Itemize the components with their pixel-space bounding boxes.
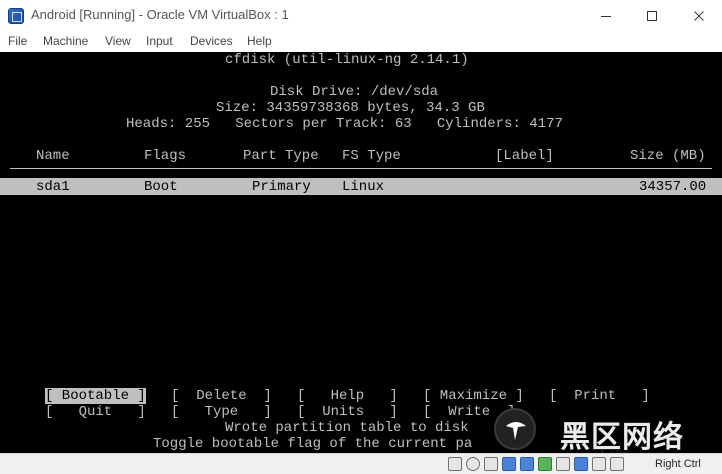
column-size: Size (MB) [630,148,706,164]
column-label: [Label] [495,148,554,164]
cpu-icon[interactable] [574,457,588,471]
watermark-logo-icon [494,408,536,450]
maximize-icon [647,10,657,21]
virtualbox-icon [8,8,24,24]
minimize-icon [601,15,611,17]
close-button[interactable] [676,0,722,31]
delete-command[interactable]: [ Delete ] [171,388,272,404]
disk-size-label: Size: 34359738368 bytes, 34.3 GB [216,100,485,116]
menu-help[interactable]: Help [247,34,272,48]
title-bar: Android [Running] - Oracle VM VirtualBox… [0,0,722,31]
print-command[interactable]: [ Print ] [549,388,650,404]
host-key-label: Right Ctrl [655,458,701,470]
help-command[interactable]: [ Help ] [297,388,398,404]
menu-machine[interactable]: Machine [43,34,88,48]
partition-type: Primary [252,179,311,195]
units-command[interactable]: [ Units ] [297,404,398,420]
partition-flags: Boot [144,179,178,195]
minimize-button[interactable] [583,0,629,31]
network-icon[interactable] [538,457,552,471]
keyboard-icon[interactable] [610,457,624,471]
maximize-button[interactable] [629,0,675,31]
column-name: Name [36,148,70,164]
menu-input[interactable]: Input [146,34,173,48]
menu-view[interactable]: View [105,34,131,48]
partition-row[interactable]: sda1 Boot Primary Linux 34357.00 [0,178,722,195]
mouse-integration-icon[interactable] [592,457,606,471]
menu-file[interactable]: File [8,34,27,48]
display-icon[interactable] [520,457,534,471]
status-message: Wrote partition table to disk [225,420,469,436]
type-command[interactable]: [ Type ] [171,404,272,420]
status-bar: Right Ctrl [0,453,722,474]
column-part-type: Part Type [243,148,319,164]
video-capture-icon[interactable] [556,457,570,471]
menu-devices[interactable]: Devices [190,34,233,48]
window-title: Android [Running] - Oracle VM VirtualBox… [31,7,289,22]
column-flags: Flags [144,148,187,164]
header-divider [10,168,712,169]
close-icon [694,10,704,21]
partition-name: sda1 [36,179,70,195]
bootable-command[interactable]: [ Bootable ] [45,388,146,404]
menu-bar: File Machine View Input Devices Help [0,31,722,52]
vm-console[interactable]: cfdisk (util-linux-ng 2.14.1) Disk Drive… [0,52,722,453]
quit-command[interactable]: [ Quit ] [45,404,146,420]
disk-geometry-label: Heads: 255 Sectors per Track: 63 Cylinde… [126,116,563,132]
command-help-text: Toggle bootable flag of the current pa [153,436,473,452]
optical-drive-icon[interactable] [466,457,480,471]
program-title: cfdisk (util-linux-ng 2.14.1) [225,52,469,68]
shared-folders-icon[interactable] [502,457,516,471]
maximize-command[interactable]: [ Maximize ] [423,388,524,404]
disk-drive-label: Disk Drive: /dev/sda [270,84,439,100]
hard-disk-icon[interactable] [448,457,462,471]
partition-fs-type: Linux [342,179,385,195]
partition-size: 34357.00 [639,179,707,195]
column-fs-type: FS Type [342,148,401,164]
usb-icon[interactable] [484,457,498,471]
